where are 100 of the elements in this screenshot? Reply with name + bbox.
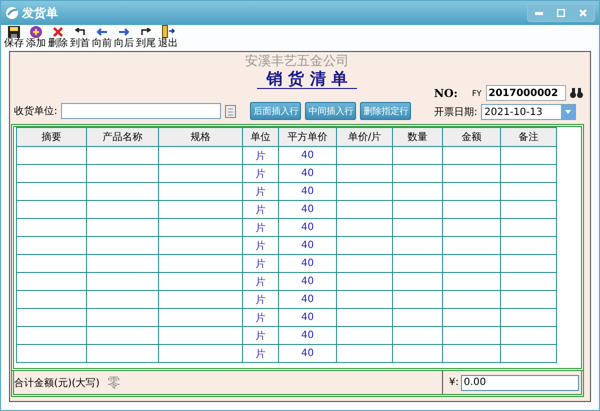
table-cell[interactable]: 40	[278, 254, 336, 272]
table-cell[interactable]: 40	[278, 308, 336, 326]
table-cell[interactable]: 片	[242, 344, 278, 362]
table-cell[interactable]	[86, 290, 158, 308]
table-cell[interactable]	[392, 272, 442, 290]
table-cell[interactable]	[86, 182, 158, 200]
table-cell[interactable]: 片	[242, 272, 278, 290]
table-cell[interactable]	[336, 308, 392, 326]
table-cell[interactable]	[158, 218, 242, 236]
table-cell[interactable]: 40	[278, 236, 336, 254]
table-cell[interactable]	[158, 272, 242, 290]
table-cell[interactable]	[336, 236, 392, 254]
column-header[interactable]: 单位	[242, 128, 278, 146]
close-icon[interactable]	[579, 9, 587, 17]
table-cell[interactable]: 片	[242, 326, 278, 344]
table-cell[interactable]	[86, 308, 158, 326]
table-cell[interactable]	[442, 254, 500, 272]
table-cell[interactable]	[392, 200, 442, 218]
table-cell[interactable]	[500, 164, 556, 182]
table-cell[interactable]	[392, 254, 442, 272]
table-cell[interactable]	[500, 182, 556, 200]
total-field[interactable]: 0.00	[460, 374, 579, 390]
toolbar-button[interactable]: 退出	[157, 25, 179, 51]
table-cell[interactable]	[158, 200, 242, 218]
table-cell[interactable]	[442, 200, 500, 218]
table-cell[interactable]: 40	[278, 344, 336, 362]
table-cell[interactable]	[500, 254, 556, 272]
table-cell[interactable]	[86, 236, 158, 254]
table-cell[interactable]	[86, 272, 158, 290]
table-cell[interactable]	[442, 326, 500, 344]
table-cell[interactable]	[158, 254, 242, 272]
table-cell[interactable]	[16, 272, 86, 290]
toolbar-button[interactable]: 到尾	[135, 25, 157, 51]
table-cell[interactable]	[442, 146, 500, 164]
table-cell[interactable]: 片	[242, 236, 278, 254]
table-cell[interactable]: 40	[278, 146, 336, 164]
column-header[interactable]: 规格	[158, 128, 242, 146]
table-cell[interactable]	[158, 146, 242, 164]
table-cell[interactable]	[158, 344, 242, 362]
table-cell[interactable]	[500, 344, 556, 362]
table-cell[interactable]: 40	[278, 290, 336, 308]
table-cell[interactable]	[86, 254, 158, 272]
date-field[interactable]: 2021-10-13	[481, 104, 576, 120]
table-cell[interactable]	[392, 146, 442, 164]
toolbar-button[interactable]: 到首	[69, 25, 91, 51]
maximize-icon[interactable]	[557, 9, 565, 17]
table-cell[interactable]	[86, 146, 158, 164]
table-cell[interactable]	[158, 290, 242, 308]
table-cell[interactable]	[500, 218, 556, 236]
table-cell[interactable]: 片	[242, 254, 278, 272]
column-header[interactable]: 金额	[442, 128, 500, 146]
table-cell[interactable]	[500, 272, 556, 290]
table-cell[interactable]: 片	[242, 200, 278, 218]
table-cell[interactable]	[336, 200, 392, 218]
table-cell[interactable]	[336, 272, 392, 290]
table-cell[interactable]	[442, 290, 500, 308]
table-cell[interactable]	[500, 200, 556, 218]
table-cell[interactable]: 片	[242, 146, 278, 164]
table-cell[interactable]	[16, 164, 86, 182]
table-cell[interactable]	[392, 290, 442, 308]
column-header[interactable]: 单价/片	[336, 128, 392, 146]
table-cell[interactable]	[442, 308, 500, 326]
table-cell[interactable]	[158, 236, 242, 254]
table-cell[interactable]	[16, 236, 86, 254]
receiver-field[interactable]	[61, 103, 222, 119]
table-cell[interactable]	[442, 272, 500, 290]
table-cell[interactable]: 片	[242, 308, 278, 326]
table-cell[interactable]	[336, 326, 392, 344]
table-cell[interactable]	[500, 236, 556, 254]
table-cell[interactable]	[392, 326, 442, 344]
table-cell[interactable]	[16, 308, 86, 326]
column-header[interactable]: 平方单价	[278, 128, 336, 146]
table-cell[interactable]: 40	[278, 326, 336, 344]
table-cell[interactable]: 40	[278, 200, 336, 218]
toolbar-button[interactable]: 添加	[25, 25, 47, 51]
table-cell[interactable]	[86, 200, 158, 218]
table-cell[interactable]	[158, 326, 242, 344]
table-cell[interactable]	[392, 182, 442, 200]
toolbar-button[interactable]: 删除	[47, 25, 69, 51]
table-cell[interactable]: 片	[242, 182, 278, 200]
toolbar-button[interactable]: 保存	[3, 25, 25, 51]
table-cell[interactable]	[500, 326, 556, 344]
table-cell[interactable]: 40	[278, 218, 336, 236]
table-cell[interactable]	[336, 146, 392, 164]
table-cell[interactable]	[158, 308, 242, 326]
table-cell[interactable]	[16, 344, 86, 362]
column-header[interactable]: 摘要	[16, 128, 86, 146]
table-cell[interactable]	[16, 326, 86, 344]
table-cell[interactable]	[158, 182, 242, 200]
table-cell[interactable]	[16, 200, 86, 218]
table-cell[interactable]	[500, 146, 556, 164]
table-cell[interactable]	[16, 218, 86, 236]
table-cell[interactable]	[500, 308, 556, 326]
table-cell[interactable]	[442, 344, 500, 362]
table-cell[interactable]	[16, 254, 86, 272]
table-cell[interactable]	[336, 344, 392, 362]
table-cell[interactable]	[392, 164, 442, 182]
table-cell[interactable]	[392, 218, 442, 236]
toolbar-button[interactable]: 向后	[113, 25, 135, 51]
table-cell[interactable]	[158, 164, 242, 182]
